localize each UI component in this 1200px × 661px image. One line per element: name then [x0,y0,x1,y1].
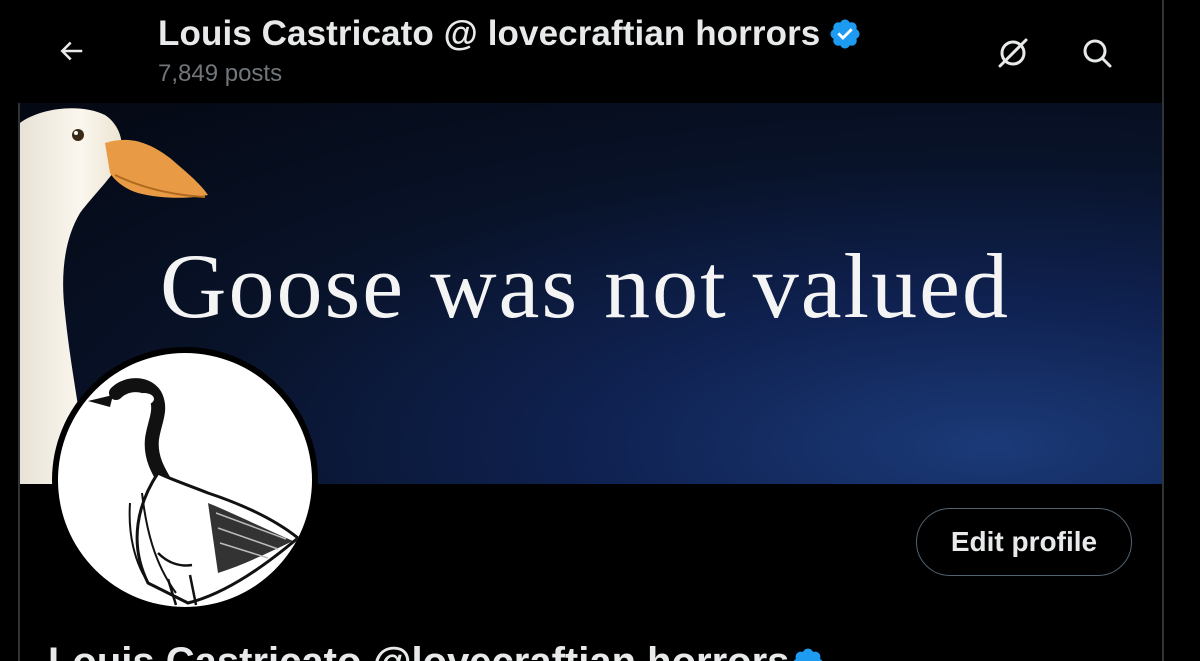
grok-button[interactable] [988,28,1038,78]
grok-icon [998,38,1028,68]
arrow-left-icon [60,41,83,61]
profile-header: Louis Castricato @ lovecraftian horrors … [0,0,1200,103]
post-count: 7,849 posts [158,60,283,87]
profile-display-name: Louis Castricato @lovecraftian horrors [48,640,789,661]
avatar[interactable] [52,347,318,613]
verified-badge-icon [828,17,862,51]
goose-illustration [88,378,301,606]
edit-profile-button[interactable]: Edit profile [916,508,1132,576]
banner-headline: Goose was not valued [160,235,1010,337]
search-button[interactable] [1072,28,1122,78]
search-icon [1083,39,1112,68]
page-title: Louis Castricato @ lovecraftian horrors [158,14,821,53]
verified-badge-icon [793,648,823,661]
header-title-block: Louis Castricato @ lovecraftian horrors … [158,14,862,88]
avatar-image [58,353,312,607]
back-button[interactable] [46,26,96,76]
column-border-right [1162,0,1164,661]
